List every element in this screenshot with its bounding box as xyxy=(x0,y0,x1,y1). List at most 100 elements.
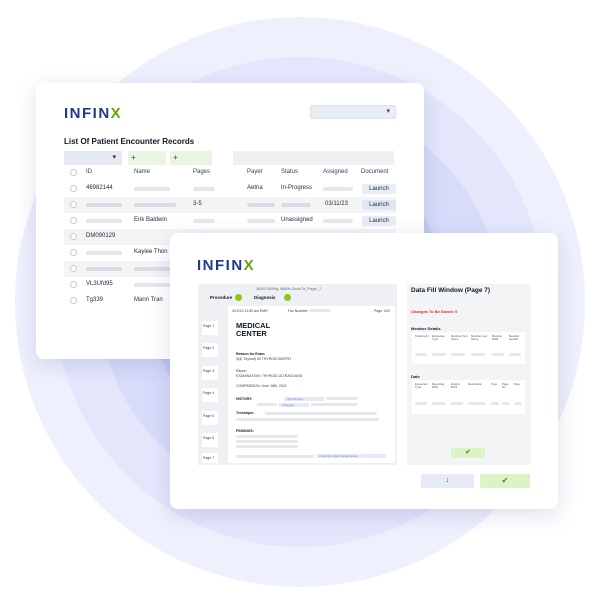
member-col: Tracking Id xyxy=(415,334,429,338)
launch-button[interactable]: Launch xyxy=(362,200,396,210)
row-name: Erik Baldwin xyxy=(134,217,168,223)
launch-button[interactable]: Launch xyxy=(362,184,396,194)
changes-counter: Changes To Be Saved: 0 xyxy=(411,309,458,314)
report-label: Report xyxy=(236,369,247,373)
page-header-fax: Fax Number: xyxy=(288,309,309,313)
date-col: Description xyxy=(468,382,482,386)
arrow-down-icon: ↓ xyxy=(445,477,450,484)
download-button[interactable]: ↓ xyxy=(421,474,474,488)
member-field[interactable] xyxy=(509,353,521,356)
member-field[interactable] xyxy=(432,353,446,356)
member-details-table: Tracking Id Encounter Type Member First … xyxy=(412,332,525,364)
row-pages: 3-5 xyxy=(193,201,202,207)
member-field[interactable] xyxy=(451,353,465,356)
row-assigned: 03/11/23 xyxy=(325,201,348,207)
member-col: Member Gender xyxy=(509,334,520,342)
procedure-toggle[interactable] xyxy=(235,294,242,301)
technique-label: Technique: xyxy=(236,411,255,415)
row-checkbox[interactable] xyxy=(70,185,77,192)
date-col: Ending DOS xyxy=(451,382,460,390)
date-field[interactable] xyxy=(502,402,510,405)
add-filter-button-2[interactable]: + xyxy=(170,151,212,165)
member-col: Member Last Name xyxy=(471,334,488,342)
date-field[interactable] xyxy=(468,402,486,405)
page-thumbnail-3[interactable]: Page 3 xyxy=(202,366,218,380)
row-payer: Aetna xyxy=(247,185,263,191)
date-field[interactable] xyxy=(491,402,499,405)
date-table: Encounter Type Reporting DOS Ending DOS … xyxy=(412,380,525,414)
comparison-label: COMPARISON: June 18th, 2021 xyxy=(236,384,287,388)
row-id: Tg339 xyxy=(86,297,104,303)
header-dropdown[interactable]: ▾ xyxy=(310,105,396,119)
save-button[interactable]: ✔ xyxy=(480,474,530,488)
search-input[interactable] xyxy=(233,151,394,165)
page-thumbnail-1[interactable]: Page 1 xyxy=(202,321,218,335)
check-icon: ✔ xyxy=(465,449,471,456)
member-field[interactable] xyxy=(471,353,485,356)
table-row[interactable]: Erik Baldwin Unassigned Launch xyxy=(64,213,396,229)
row-checkbox[interactable] xyxy=(70,265,77,272)
page-header-date: 4/12/23 11:50 am EMR xyxy=(232,309,268,313)
date-field[interactable] xyxy=(514,402,522,405)
column-header-name[interactable]: Name xyxy=(134,169,150,175)
column-header-status[interactable]: Status xyxy=(281,169,298,175)
findings-highlight[interactable]: a few tiny cystic components xyxy=(316,454,386,458)
data-fill-title: Data Fill Window (Page 7) xyxy=(411,287,491,294)
row-name: Kaylee Thon xyxy=(134,249,168,255)
page-thumbnail-6[interactable]: Page 6 xyxy=(202,433,218,447)
column-header-document[interactable]: Document xyxy=(361,169,388,175)
page-title: List Of Patient Encounter Records xyxy=(64,137,195,146)
row-checkbox[interactable] xyxy=(70,217,77,224)
member-details-label: Member Details xyxy=(411,326,441,331)
add-filter-button[interactable]: + xyxy=(128,151,166,165)
caret-down-icon: ▾ xyxy=(386,108,390,115)
diagnosis-toggle[interactable] xyxy=(284,294,291,301)
row-checkbox[interactable] xyxy=(70,233,77,240)
row-status: Unassigned xyxy=(281,217,313,223)
caret-down-icon: ▾ xyxy=(112,154,116,161)
row-checkbox[interactable] xyxy=(70,201,77,208)
history-highlight[interactable]: right thyroid xyxy=(284,397,324,401)
infinx-logo: INFINX xyxy=(197,257,256,274)
procedure-label: Procedure xyxy=(210,295,233,300)
history-label: HISTORY: xyxy=(236,397,253,401)
confirm-button[interactable]: ✔ xyxy=(451,448,485,458)
date-col: Page No xyxy=(502,382,509,390)
table-row[interactable]: 46982144 Aetna In-Progress Launch xyxy=(64,181,396,197)
column-header-pages[interactable]: Pages xyxy=(193,169,210,175)
filter-dropdown[interactable]: ▾ xyxy=(64,151,122,165)
date-field[interactable] xyxy=(432,402,446,405)
check-icon: ✔ xyxy=(501,476,509,485)
page-thumbnail-4[interactable]: Page 4 xyxy=(202,388,218,402)
document-heading: MEDICAL CENTER xyxy=(236,321,271,338)
row-status: In-Progress xyxy=(281,185,313,191)
row-name: Mann Tran xyxy=(134,297,163,303)
date-field[interactable] xyxy=(415,402,427,405)
date-field[interactable] xyxy=(451,402,463,405)
member-col: Member DOB xyxy=(492,334,503,342)
column-header-assigned[interactable]: Assigned xyxy=(323,169,348,175)
page-header-page: Page 1/22 xyxy=(374,309,390,313)
column-header-id[interactable]: ID xyxy=(86,169,92,175)
member-field[interactable] xyxy=(492,353,504,356)
reason-label: Reason for Exam xyxy=(236,352,265,356)
page-thumbnail-2[interactable]: Page 2 xyxy=(202,343,218,357)
member-col: Member First Name xyxy=(451,334,468,342)
member-field[interactable] xyxy=(415,353,427,356)
diagnosis-label: Diagnosis xyxy=(254,295,276,300)
row-id: DM090129 xyxy=(86,233,116,239)
date-col: Date xyxy=(514,382,520,386)
column-header-payer[interactable]: Payer xyxy=(247,169,263,175)
row-checkbox[interactable] xyxy=(70,249,77,256)
table-row[interactable]: 3-5 03/11/23 Launch xyxy=(64,197,396,213)
row-checkbox[interactable] xyxy=(70,281,77,288)
page-thumbnail-7[interactable]: Page 7 xyxy=(202,453,218,463)
findings-label: FINDINGS: xyxy=(236,429,254,433)
row-id: 46982144 xyxy=(86,185,113,191)
row-checkbox[interactable] xyxy=(70,297,77,304)
member-col: Encounter Type xyxy=(432,334,445,342)
date-col: Type xyxy=(491,382,498,386)
page-thumbnail-5[interactable]: Page 5 xyxy=(202,411,218,425)
history-highlight-2[interactable]: enlarged xyxy=(279,403,309,407)
launch-button[interactable]: Launch xyxy=(362,216,396,226)
